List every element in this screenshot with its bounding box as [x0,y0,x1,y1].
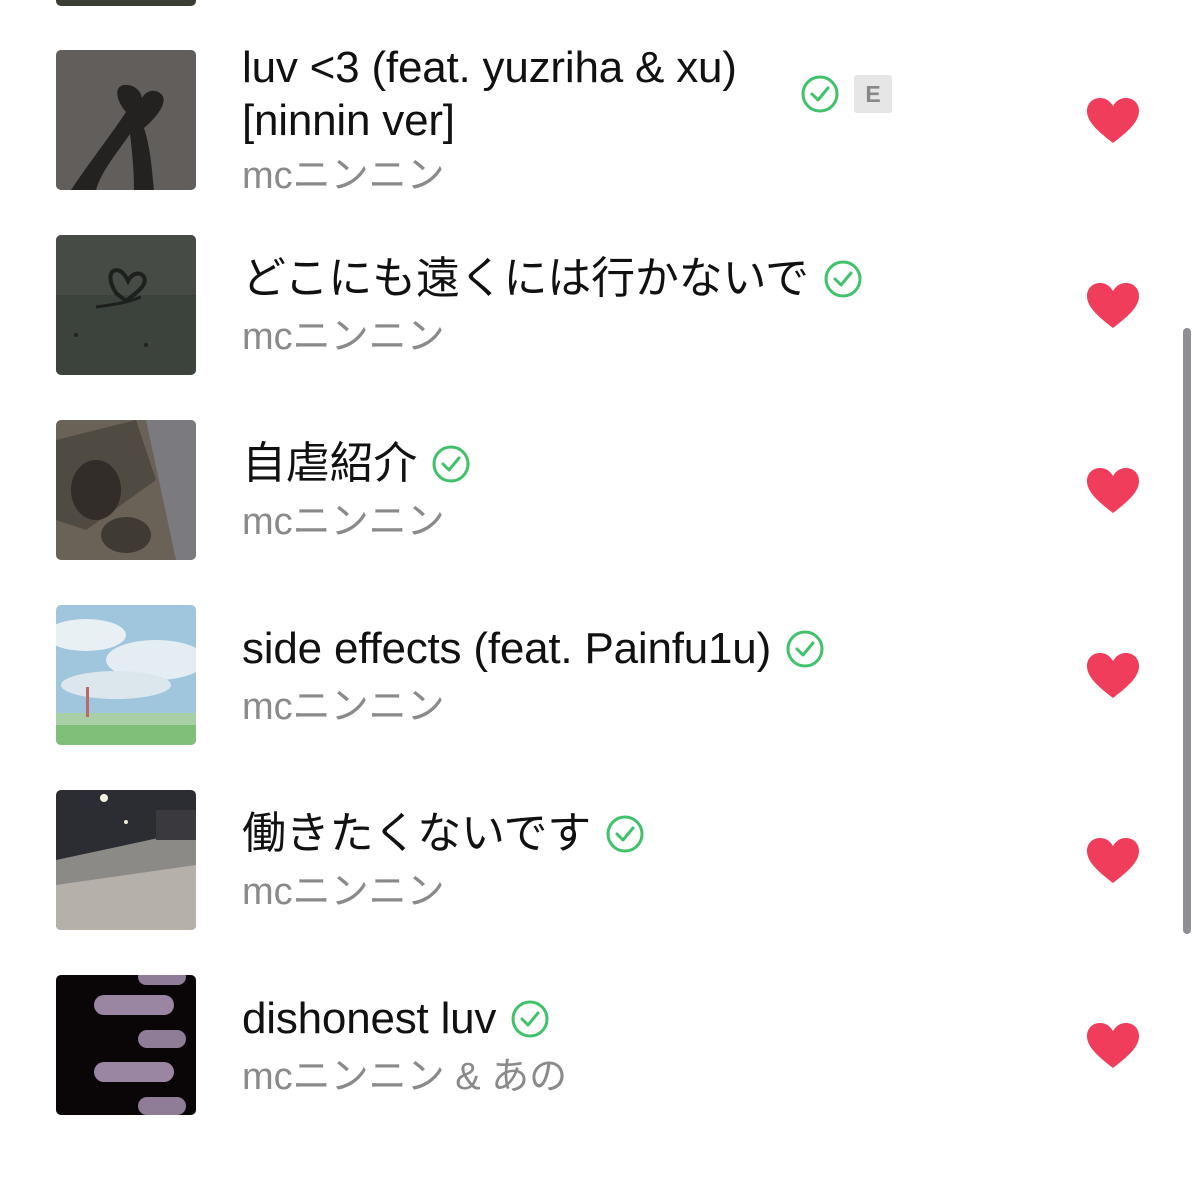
previous-track-artwork[interactable] [56,0,196,6]
downloaded-check-icon [801,75,839,113]
track-artist: mcニンニン [242,871,445,913]
track-artist: mcニンニン [242,501,445,543]
track-artwork [56,50,196,190]
track-artwork [56,605,196,745]
track-title: どこにも遠くには行かないで [242,254,809,303]
track-artist: mcニンニン [242,155,445,197]
track-title-continued: [ninnin ver] [242,96,455,145]
track-row[interactable]: side effects (feat. Painfu1u) mcニンニン [0,605,1180,745]
downloaded-check-icon [786,630,824,668]
track-artwork [56,975,196,1115]
downloaded-check-icon [824,260,862,298]
like-heart-icon[interactable] [1086,97,1140,145]
track-title: side effects (feat. Painfu1u) [242,624,772,673]
like-heart-icon[interactable] [1086,1022,1140,1070]
track-row[interactable]: dishonest luv mcニンニン & あの [0,975,1180,1115]
track-artwork [56,420,196,560]
like-heart-icon[interactable] [1086,652,1140,700]
track-artwork [56,235,196,375]
downloaded-check-icon [432,445,470,483]
track-artist: mcニンニン [242,316,445,358]
track-title: dishonest luv [242,994,497,1043]
scrollbar[interactable] [1183,328,1191,934]
track-title: 自虐紹介 [242,439,418,488]
track-title: 働きたくないです [242,809,592,858]
explicit-badge: E [854,75,892,113]
track-artist: mcニンニン & あの [242,1056,568,1098]
track-row[interactable]: 自虐紹介 mcニンニン [0,420,1180,560]
like-heart-icon[interactable] [1086,282,1140,330]
track-row[interactable]: 働きたくないです mcニンニン [0,790,1180,930]
track-artwork [56,790,196,930]
downloaded-check-icon [511,1000,549,1038]
like-heart-icon[interactable] [1086,837,1140,885]
track-title: luv <3 (feat. yuzriha & xu) [242,43,737,92]
like-heart-icon[interactable] [1086,467,1140,515]
track-row[interactable]: どこにも遠くには行かないで mcニンニン [0,235,1180,375]
track-row[interactable]: luv <3 (feat. yuzriha & xu) [ninnin ver]… [0,43,1180,197]
track-artist: mcニンニン [242,686,445,728]
downloaded-check-icon [606,815,644,853]
